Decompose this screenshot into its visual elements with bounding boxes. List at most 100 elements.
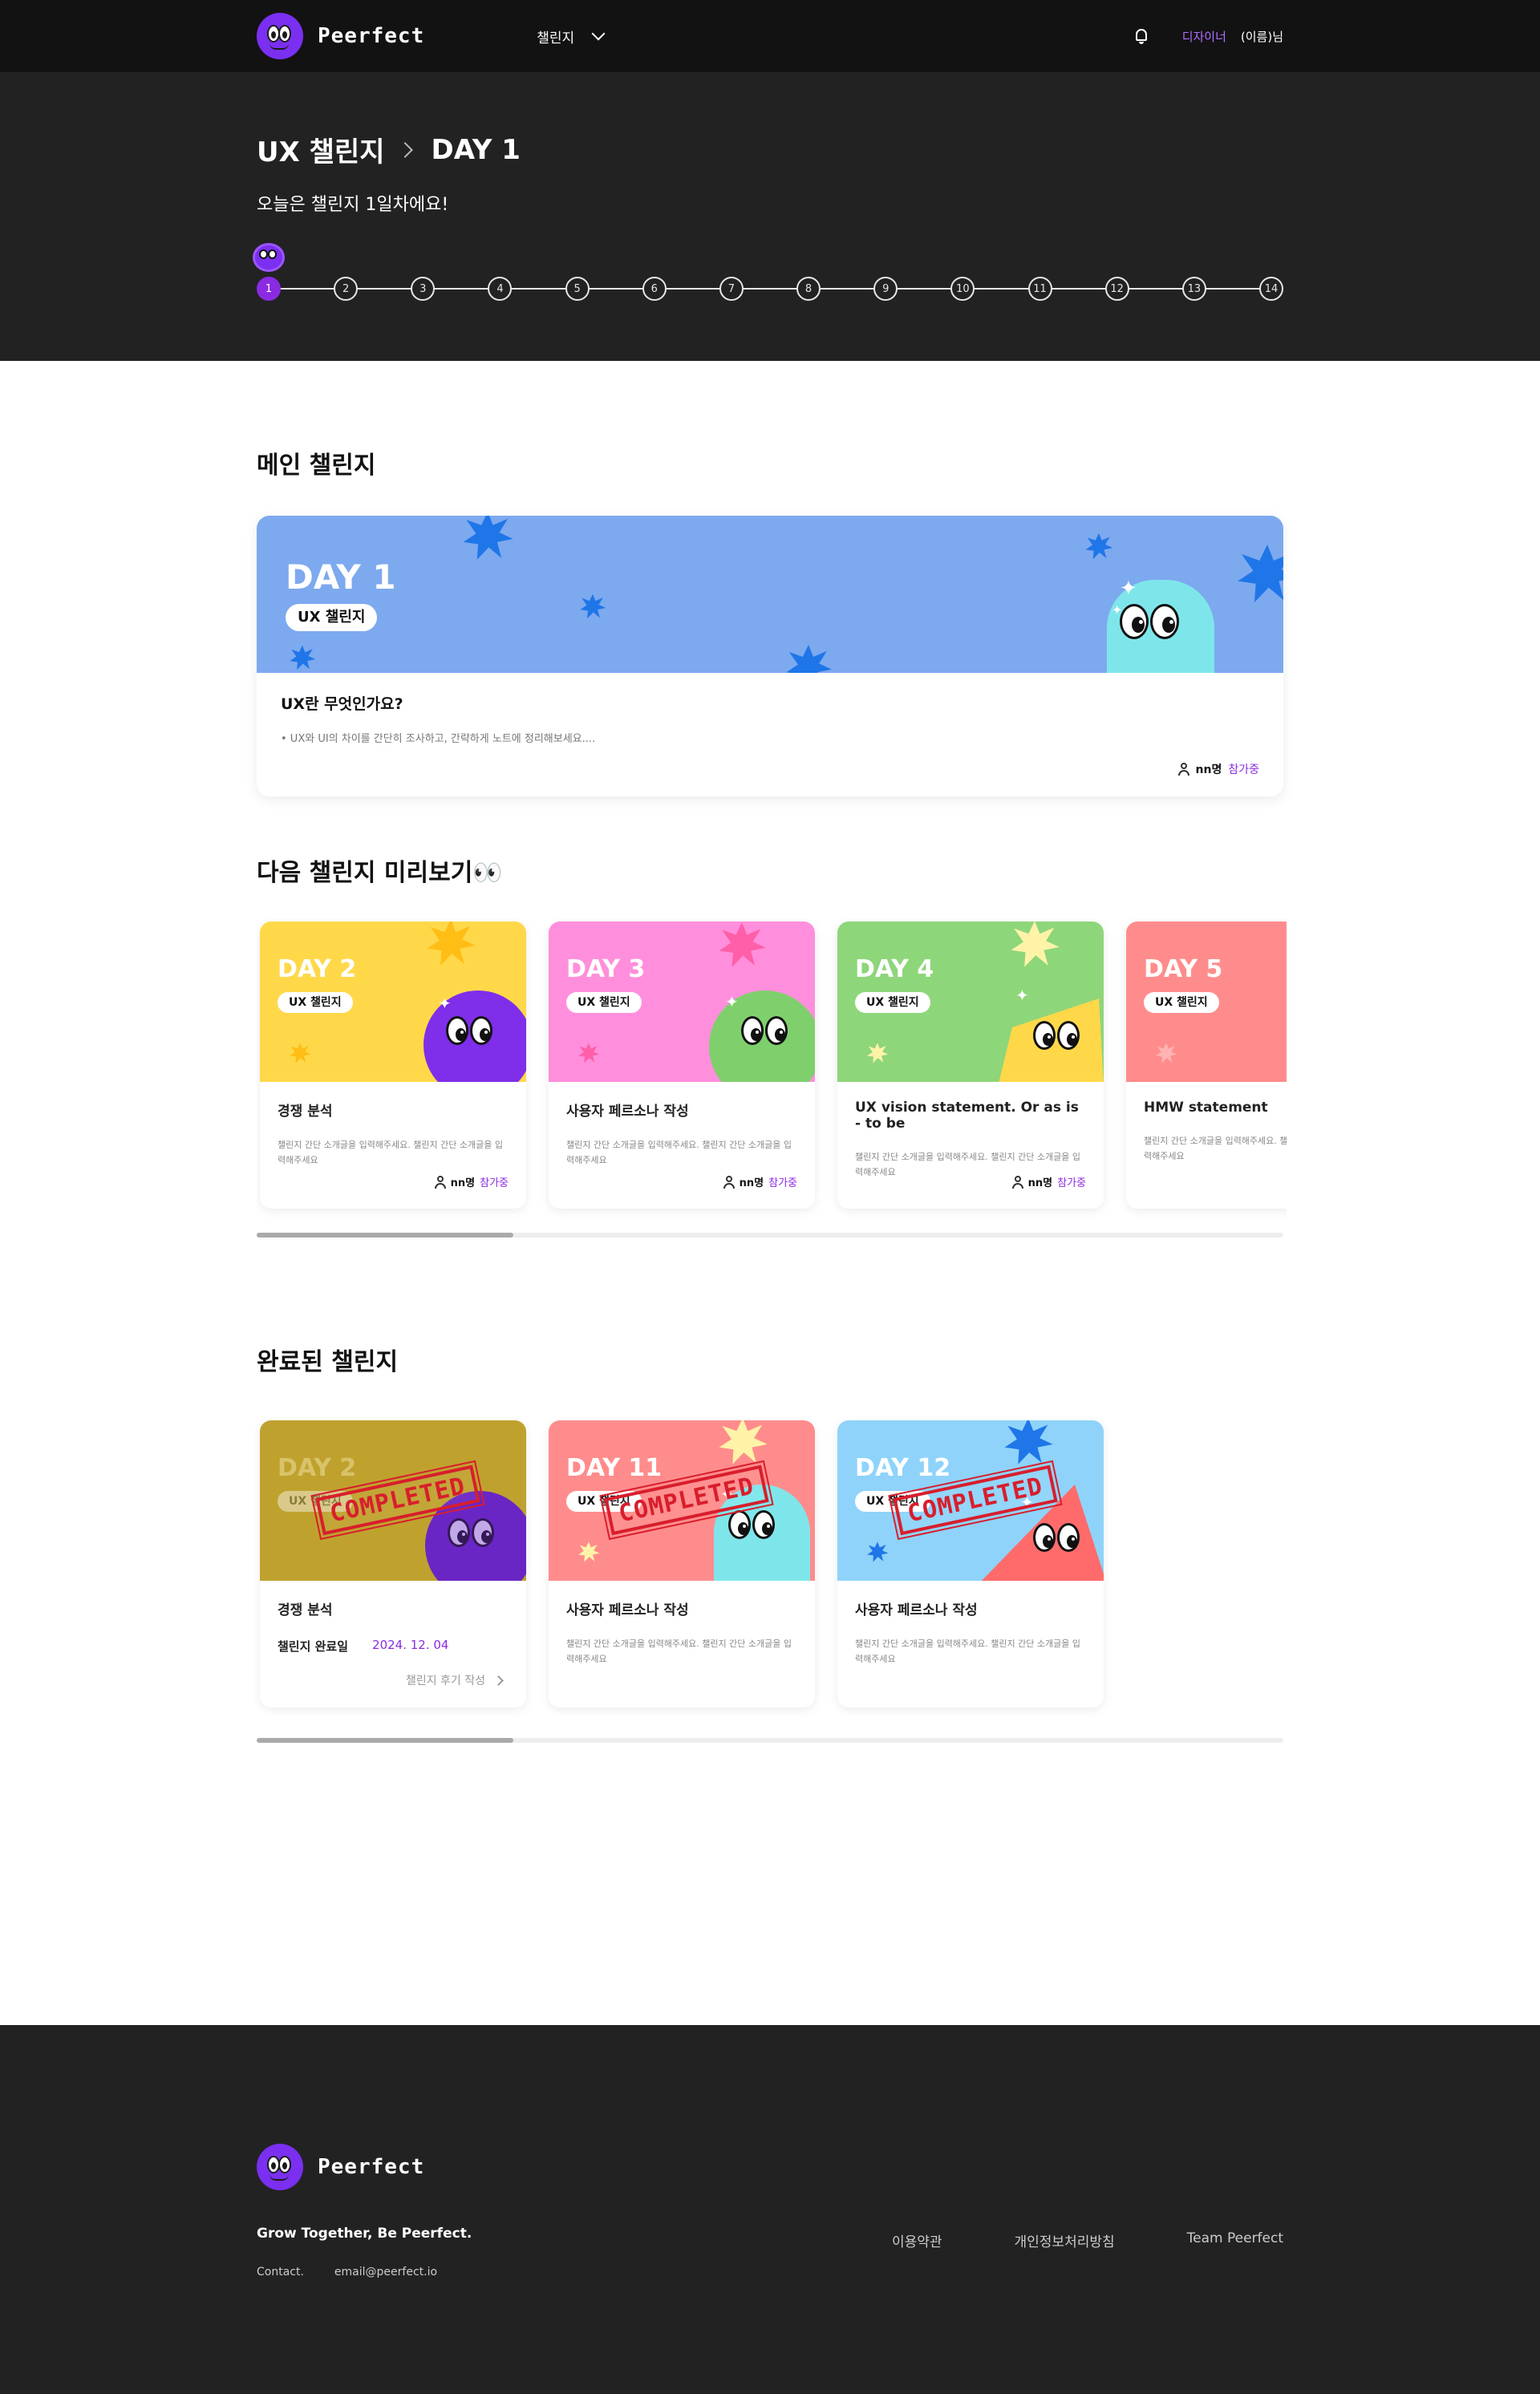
breadcrumb: UX 챌린지 DAY 1	[257, 130, 1283, 169]
day-step-4[interactable]: 4	[488, 277, 513, 301]
flower-icon	[1238, 545, 1283, 602]
day-step-6[interactable]: 6	[642, 277, 667, 301]
challenge-card[interactable]: ✦ DAY 3 UX 챌린지 사용자 페르소나 작성 챌린지 간단 소개글을 입…	[549, 922, 815, 1209]
flower-icon	[867, 1043, 889, 1063]
challenge-card[interactable]: ✦ DAY 4 UX 챌린지 UX vision statement. Or a…	[837, 922, 1104, 1209]
challenge-menu[interactable]: 챌린지	[537, 26, 606, 47]
contact-email[interactable]: email@peerfect.io	[334, 2266, 437, 2279]
card-description: 챌린지 간단 소개글을 입력해주세요. 챌린지 간단 소개글을 입력해주세요	[278, 1140, 503, 1165]
participation-status: 참가중	[1228, 764, 1259, 776]
day-step-11[interactable]: 11	[1027, 277, 1052, 301]
flower-icon	[463, 516, 513, 560]
card-description: 챌린지 간단 소개글을 입력해주세요. 챌린지 간단 소개글을 입력해주세요	[566, 1639, 792, 1664]
day-step-3[interactable]: 3	[411, 277, 436, 301]
card-banner: ✦ ✦ DAY 1 UX 챌린지	[257, 516, 1283, 673]
challenge-card[interactable]: ✦ DAY 2 UX 챌린지 경쟁 분석 챌린지 간단 소개글을 입력해주세요.…	[260, 922, 526, 1209]
day-step-14[interactable]: 14	[1259, 277, 1283, 301]
completed-card-hover[interactable]: DAY 2 UX 챌린지 COMPLETED 경쟁 분석 챌린지 완료일 202…	[260, 1420, 526, 1707]
card-question: UX란 무엇인가요?	[281, 695, 403, 713]
card-description: 챌린지 간단 소개글을 입력해주세요. 챌린지 간단 소개글을 입력해주세요	[566, 1140, 792, 1165]
main-challenge-card[interactable]: ✦ ✦ DAY 1 UX 챌린지 UX란 무엇인가요? • UX와 UI의 차이…	[257, 516, 1283, 796]
card-day: DAY 4	[855, 955, 934, 983]
brand-name: Peerfect	[318, 24, 425, 48]
card-title: 경쟁 분석	[278, 1602, 333, 1618]
bell-icon[interactable]	[1133, 27, 1150, 45]
mascot-eyes-icon	[741, 1016, 788, 1045]
participation-status: 참가중	[1057, 1177, 1086, 1189]
day-progress-track: 1 2 3 4 5 6 7 8 9 10 11 12 13 14	[253, 243, 1283, 307]
logo-face-icon	[257, 2144, 303, 2190]
card-title: UX vision statement. Or as is - to be	[855, 1100, 1079, 1132]
participation-status: 참가중	[768, 1177, 797, 1189]
breadcrumb-category[interactable]: UX 챌린지	[257, 130, 385, 169]
card-banner: ✦ DAY 4 UX 챌린지	[837, 922, 1104, 1082]
scroll-thumb[interactable]	[257, 1738, 513, 1743]
challenge-card[interactable]: DAY 5 UX 챌린지 HMW statement 챌린지 간단 소개글을 입…	[1126, 922, 1287, 1209]
day-step-8[interactable]: 8	[796, 277, 821, 301]
brand-logo[interactable]: Peerfect	[257, 13, 424, 59]
footer-links: 이용약관 개인정보처리방침 Team Peerfect	[892, 2230, 1283, 2250]
flower-icon	[1156, 1043, 1177, 1063]
logo-face-icon	[257, 13, 303, 59]
main-challenge-title: 메인 챌린지	[257, 452, 376, 480]
card-description: 챌린지 간단 소개글을 입력해주세요. 챌린지 간단 소개글을 입력해주세요	[1144, 1136, 1287, 1161]
card-title: 경쟁 분석	[278, 1104, 333, 1120]
participant-info: nn명 참가중	[723, 1174, 797, 1189]
participant-count: nn명	[1027, 1177, 1053, 1189]
mascot-icon	[253, 243, 285, 272]
completed-challenges-row: DAY 2 UX 챌린지 COMPLETED 경쟁 분석 챌린지 완료일 202…	[257, 1417, 1283, 1711]
day-step-5[interactable]: 5	[565, 277, 590, 301]
flower-icon	[578, 1043, 600, 1063]
user-name[interactable]: (이름)님	[1241, 28, 1283, 45]
next-challenges-slider[interactable]: ✦ DAY 2 UX 챌린지 경쟁 분석 챌린지 간단 소개글을 입력해주세요.…	[257, 918, 1287, 1223]
write-review-link[interactable]: 챌린지 후기 작성	[406, 1672, 504, 1688]
flower-icon	[719, 1420, 768, 1464]
footer-link-terms[interactable]: 이용약관	[892, 2230, 942, 2250]
flower-icon	[1011, 922, 1060, 967]
participant-count: nn명	[450, 1177, 476, 1189]
card-title: 사용자 페르소나 작성	[566, 1104, 689, 1120]
card-banner: ✦ DAY 2 UX 챌린지	[260, 922, 526, 1082]
completed-card[interactable]: ✦ DAY 11 UX 챌린지 COMPLETED 사용자 페르소나 작성 챌린…	[549, 1420, 815, 1707]
card-banner: ✦ DAY 12 UX 챌린지 COMPLETED	[837, 1420, 1104, 1581]
breadcrumb-day: DAY 1	[431, 133, 521, 166]
card-tag: UX 챌린지	[286, 604, 378, 631]
flower-icon	[290, 1043, 311, 1063]
card-description: • UX와 UI의 차이를 간단히 조사하고, 간략하게 노트에 정리해보세요.…	[281, 733, 596, 745]
footer-link-team[interactable]: Team Peerfect	[1187, 2230, 1283, 2250]
challenge-menu-label: 챌린지	[537, 30, 575, 47]
card-title: 사용자 페르소나 작성	[855, 1602, 978, 1618]
mascot-eyes-icon	[446, 1016, 492, 1045]
card-tag: UX 챌린지	[1144, 992, 1219, 1013]
card-banner: DAY 5 UX 챌린지	[1126, 922, 1287, 1082]
card-day: DAY 5	[1144, 955, 1223, 983]
challenge-hero: UX 챌린지 DAY 1 오늘은 챌린지 1일차에요! 1 2 3 4 5 6 7 8 9 10 1…	[0, 72, 1540, 361]
card-banner: ✦ DAY 3 UX 챌린지	[549, 922, 815, 1082]
day-step-1[interactable]: 1	[257, 277, 281, 301]
participant-info: nn명 참가중	[1011, 1174, 1086, 1189]
top-nav: Peerfect 챌린지 디자이너 (이름)님	[0, 0, 1540, 72]
flower-icon	[1085, 533, 1113, 560]
card-tag: UX 챌린지	[278, 992, 353, 1013]
flower-icon	[290, 645, 316, 670]
footer-brand-name: Peerfect	[318, 2155, 425, 2179]
flower-icon	[1004, 1420, 1053, 1464]
day-step-9[interactable]: 9	[873, 277, 898, 301]
day-step-12[interactable]: 12	[1104, 277, 1129, 301]
day-step-13[interactable]: 13	[1181, 277, 1206, 301]
chevron-right-icon	[396, 141, 413, 158]
completed-slider-scrollbar[interactable]	[257, 1738, 1283, 1743]
card-tag: UX 챌린지	[855, 992, 930, 1013]
day-step-2[interactable]: 2	[334, 277, 359, 301]
completed-card[interactable]: ✦ DAY 12 UX 챌린지 COMPLETED 사용자 페르소나 작성 챌린…	[837, 1420, 1104, 1707]
chevron-right-icon	[493, 1675, 504, 1686]
flower-icon	[786, 645, 832, 673]
day-step-7[interactable]: 7	[719, 277, 744, 301]
participant-info: nn명 참가중	[1177, 761, 1259, 777]
footer-logo[interactable]: Peerfect	[257, 2144, 1283, 2190]
flower-icon	[427, 922, 476, 966]
day-step-10[interactable]: 10	[950, 277, 975, 301]
footer-link-privacy[interactable]: 개인정보처리방침	[1015, 2230, 1115, 2250]
card-title: 사용자 페르소나 작성	[566, 1602, 689, 1618]
card-day: DAY 11	[566, 1454, 663, 1482]
